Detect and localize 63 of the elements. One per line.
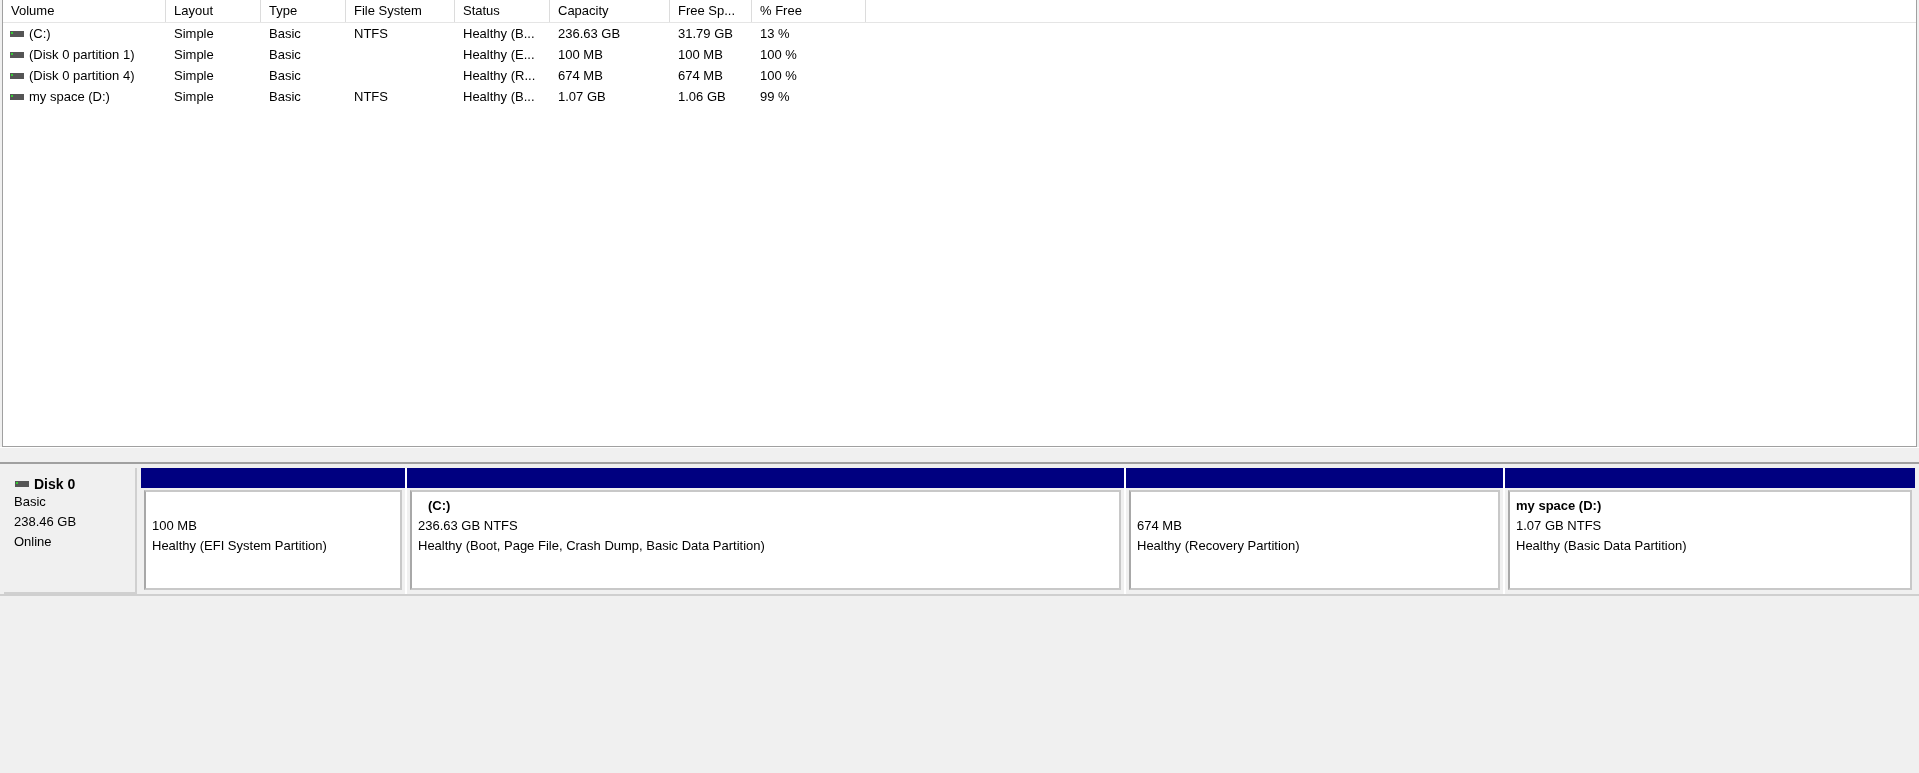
- column-header[interactable]: Free Sp...: [670, 0, 752, 22]
- partition-size: 236.63 GB NTFS: [418, 517, 519, 535]
- table-cell: 100 %: [760, 68, 797, 83]
- partition-status: Healthy (EFI System Partition): [152, 537, 328, 555]
- table-cell: 100 MB: [678, 47, 723, 62]
- drive-icon: [14, 479, 30, 489]
- table-cell: Simple: [174, 68, 214, 83]
- table-cell: NTFS: [354, 89, 388, 104]
- table-cell: (C:): [29, 26, 51, 41]
- drive-icon: [9, 28, 25, 39]
- drive-icon: [9, 70, 25, 81]
- table-cell: 13 %: [760, 26, 790, 41]
- table-cell: Healthy (B...: [463, 89, 535, 104]
- table-cell: Basic: [269, 89, 301, 104]
- table-cell: 100 %: [760, 47, 797, 62]
- disk-size: 238.46 GB: [14, 513, 78, 531]
- column-header[interactable]: Volume: [3, 0, 166, 22]
- partition-label: (C:): [428, 498, 451, 513]
- disk-type: Basic: [14, 493, 47, 511]
- table-cell: (Disk 0 partition 4): [29, 68, 135, 83]
- disk-name: Disk 0: [34, 476, 76, 492]
- partition-label: my space (D:): [1516, 498, 1602, 513]
- table-cell: Simple: [174, 47, 214, 62]
- table-cell: Basic: [269, 26, 301, 41]
- drive-icon: [9, 49, 25, 60]
- column-header[interactable]: Status: [455, 0, 550, 22]
- partition-block[interactable]: my space (D:) 1.07 GB NTFS Healthy (Basic Data Partition): [1508, 490, 1912, 590]
- column-header[interactable]: Capacity: [550, 0, 670, 22]
- table-cell: Simple: [174, 89, 214, 104]
- table-cell: (Disk 0 partition 1): [29, 47, 135, 62]
- table-cell: Healthy (R...: [463, 68, 536, 83]
- column-header[interactable]: % Free: [752, 0, 866, 22]
- partition-block[interactable]: (C:) 236.63 GB NTFS Healthy (Boot, Page File, Crash Dump, Basic Data Partition): [410, 490, 1121, 590]
- table-cell: 674 MB: [558, 68, 603, 83]
- table-cell: 674 MB: [678, 68, 723, 83]
- table-cell: 99 %: [760, 89, 790, 104]
- disk-status: Online: [14, 533, 53, 551]
- drive-icon: [9, 91, 25, 102]
- partition-block[interactable]: 100 MB Healthy (EFI System Partition): [144, 490, 402, 590]
- table-cell: Simple: [174, 26, 214, 41]
- column-header[interactable]: Type: [261, 0, 346, 22]
- disk-info-panel[interactable]: Disk 0 Basic 238.46 GB Online: [4, 468, 137, 594]
- table-cell: 1.06 GB: [678, 89, 726, 104]
- table-cell: 31.79 GB: [678, 26, 733, 41]
- table-cell: Healthy (E...: [463, 47, 535, 62]
- partition-status: Healthy (Boot, Page File, Crash Dump, Basic Data Partition): [418, 537, 766, 555]
- pane-splitter[interactable]: [0, 447, 1919, 464]
- partition-status: Healthy (Basic Data Partition): [1516, 537, 1688, 555]
- table-cell: my space (D:): [29, 89, 110, 104]
- table-cell: 100 MB: [558, 47, 603, 62]
- table-cell: 236.63 GB: [558, 26, 621, 41]
- column-header[interactable]: File System: [346, 0, 455, 22]
- table-cell: Basic: [269, 68, 301, 83]
- partition-size: 1.07 GB NTFS: [1516, 517, 1603, 535]
- partition-size: 674 MB: [1137, 517, 1183, 535]
- table-cell: Basic: [269, 47, 301, 62]
- partition-size: 100 MB: [152, 517, 198, 535]
- partition-status: Healthy (Recovery Partition): [1137, 537, 1301, 555]
- table-cell: Healthy (B...: [463, 26, 535, 41]
- table-cell: 1.07 GB: [558, 89, 606, 104]
- table-cell: NTFS: [354, 26, 388, 41]
- column-header[interactable]: Layout: [166, 0, 261, 22]
- partition-block[interactable]: 674 MB Healthy (Recovery Partition): [1129, 490, 1500, 590]
